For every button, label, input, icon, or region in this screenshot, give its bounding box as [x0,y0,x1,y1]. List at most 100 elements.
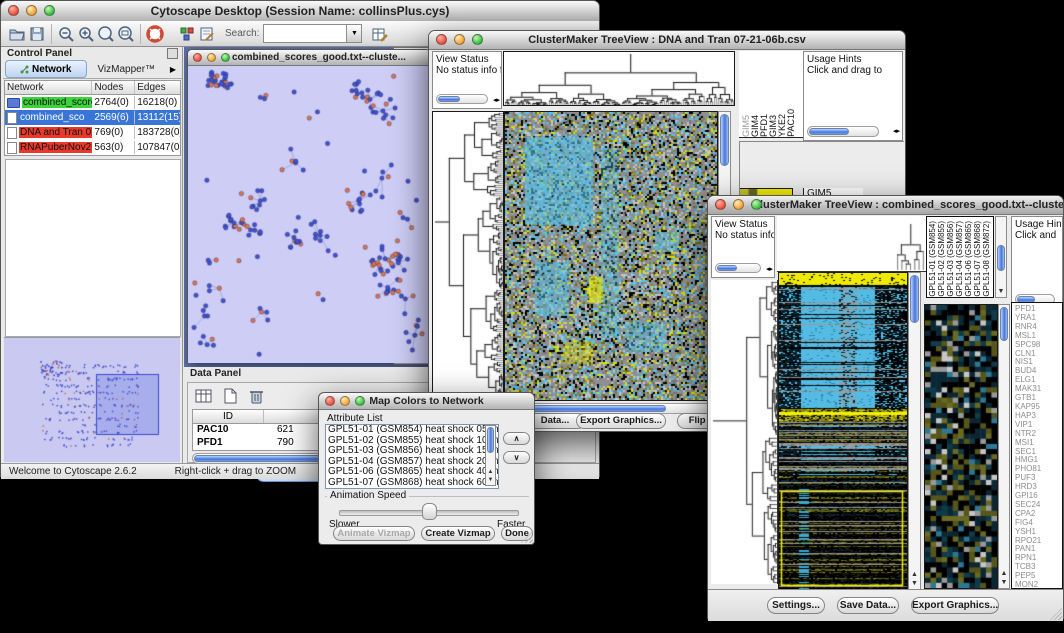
desktop: Cytoscape Desktop (Session Name: collins… [0,0,1064,633]
tv1-hints-scroll-arrows[interactable]: ◂▸ [893,127,900,135]
network-table-header[interactable]: Network Nodes Edges [5,81,180,95]
network-view-window: combined_scores_good.txt--cluste... [187,49,431,363]
map-colors-dialog: Map Colors to Network Attribute List GPL… [318,392,535,545]
attr-up-arrow[interactable]: ▲ [486,468,495,476]
tv1-column-label[interactable]: PFD1 [760,114,767,137]
plugin-manager-icon[interactable] [177,24,197,44]
network-row[interactable]: combined_sco 2569(6) 13112(15) [5,110,180,125]
minimize-button[interactable] [340,396,350,406]
dialog-titlebar[interactable]: Map Colors to Network [319,393,534,410]
tv1-column-label[interactable]: GIM3 [769,115,776,137]
save-session-icon[interactable] [27,24,47,44]
network-row[interactable]: DNA and Tran 07 769(0) 183728(0) [5,125,180,140]
network-view-titlebar[interactable]: combined_scores_good.txt--cluste... [188,50,430,66]
tv2-status-scrollbar[interactable] [715,263,761,273]
minimize-button[interactable] [733,199,744,210]
tv1-column-label[interactable]: PAC10 [787,109,794,137]
attribute-list-scrollbar[interactable]: ▲ ▼ [485,425,496,486]
zoom-button[interactable] [472,34,483,45]
tv2-collabel-down-arrow[interactable]: ▼ [996,288,1006,296]
select-attributes-icon[interactable] [194,386,214,406]
tv2-scroll-up-arrow[interactable]: ▲ [909,571,920,579]
zoom-button[interactable] [355,396,365,406]
open-session-icon[interactable] [7,24,27,44]
tv1-row-dendrogram[interactable] [432,111,504,401]
tv1-export-graphics-button[interactable]: Export Graphics... [576,413,666,429]
network-row[interactable]: combined_scores 2764(0) 16218(0) [5,95,180,110]
zoom-button[interactable] [751,199,762,210]
new-attribute-icon[interactable] [220,386,240,406]
tv2-button-bar: Settings... Save Data... Export Graphics… [708,589,1063,621]
attribute-browser-icon[interactable] [370,24,390,44]
tv2-view-status-text: No status info [712,230,774,241]
tv2-heatmap-canvas[interactable] [778,272,908,590]
treeview1-titlebar[interactable]: ClusterMaker TreeView : DNA and Tran 07-… [429,31,905,50]
tv2-genelist-down-arrow[interactable]: ▼ [999,579,1009,587]
treeview1-title: ClusterMaker TreeView : DNA and Tran 07-… [429,31,905,49]
tv1-column-label[interactable]: YKE2 [778,114,785,137]
create-vizmap-button[interactable]: Create Vizmap [421,526,495,541]
delete-attribute-icon[interactable] [246,386,266,406]
gene-label[interactable]: MON2 [1015,581,1062,589]
tv2-genelist-vscrollbar[interactable]: ▲ ▼ [998,304,1010,589]
tv1-column-label[interactable]: GIM5 [742,115,749,137]
animation-speed-slider-thumb[interactable] [422,503,437,520]
move-down-button[interactable]: ∨ [503,451,530,464]
tv2-column-dendrogram[interactable] [777,216,927,272]
tv2-scroll-down-arrow[interactable]: ▼ [909,580,920,588]
tv1-heatmap-canvas[interactable] [504,111,718,401]
search-dropdown-arrow[interactable]: ▼ [347,24,362,43]
close-button[interactable] [193,53,202,62]
close-button[interactable] [8,5,19,16]
tv2-heatmap-vscrollbar[interactable]: ▲ ▼ [908,272,921,590]
tv2-collabel-vscrollbar[interactable]: ▼ [995,216,1007,298]
network-row[interactable]: RNAPuberNov2+ 563(0) 107847(0) [5,140,180,155]
tv2-status-scroll-arrows[interactable]: ◂▸ [766,265,773,273]
tv1-column-dendrogram[interactable] [503,51,735,106]
tv2-column-label[interactable]: GPL51-08 (GSM872) [983,221,992,297]
help-icon[interactable] [145,24,165,44]
close-button[interactable] [325,396,335,406]
main-titlebar[interactable]: Cytoscape Desktop (Session Name: collins… [1,1,599,22]
float-panel-icon[interactable] [167,48,178,59]
attr-down-arrow[interactable]: ▼ [486,476,495,484]
tv2-genelist-up-arrow[interactable]: ▲ [999,570,1009,578]
tv1-view-status-panel: View Status No status info f ◂▸ [432,51,502,109]
tv2-resize-grip[interactable] [1050,608,1062,620]
tv2-export-graphics-button[interactable]: Export Graphics... [911,597,999,614]
tv1-usage-hints-panel: Usage Hints Click and drag to ◂▸ [803,51,903,141]
tv1-status-scroll-arrows[interactable]: ◂▸ [493,96,500,104]
tv2-settings-button[interactable]: Settings... [767,597,825,614]
zoom-out-icon[interactable] [56,24,76,44]
network-row-icon [7,127,17,139]
attribute-list-item[interactable]: GPL51-01 (GSM854) heat shock 05 min [326,425,498,436]
treeview2-titlebar[interactable]: ClusterMaker TreeView : combined_scores_… [708,196,1063,215]
zoom-button[interactable] [221,53,230,62]
zoom-fit-icon[interactable] [116,24,136,44]
minimize-button[interactable] [207,53,216,62]
tv1-status-scrollbar[interactable] [436,94,488,104]
animate-vizmap-button[interactable]: Animate Vizmap [333,526,415,541]
network-view-canvas[interactable] [188,66,430,363]
tab-overflow-arrow[interactable]: ▶ [166,65,180,74]
zoom-in-icon[interactable] [76,24,96,44]
tv2-detail-heatmap[interactable] [924,304,998,589]
tv1-hints-scrollbar[interactable] [807,126,879,137]
tab-network[interactable]: Network [5,60,87,78]
birdseye-view-canvas[interactable] [4,337,180,462]
move-up-button[interactable]: ∧ [503,432,530,445]
minimize-button[interactable] [26,5,37,16]
close-button[interactable] [436,34,447,45]
annotation-icon[interactable] [197,24,217,44]
tab-vizmapper[interactable]: VizMapper™ [87,64,167,75]
zoom-button[interactable] [44,5,55,16]
tv2-row-dendrogram[interactable] [711,280,778,584]
close-button[interactable] [715,199,726,210]
attribute-list-item[interactable]: GPL51-07 (GSM868) heat shock 60 min [326,478,498,489]
search-input[interactable] [263,24,347,43]
zoom-selected-icon[interactable] [96,24,116,44]
tv2-save-data-button[interactable]: Save Data... [837,597,899,614]
attr-col-id[interactable]: ID [193,410,264,423]
tv1-column-label[interactable]: GIM4 [751,115,758,137]
minimize-button[interactable] [454,34,465,45]
